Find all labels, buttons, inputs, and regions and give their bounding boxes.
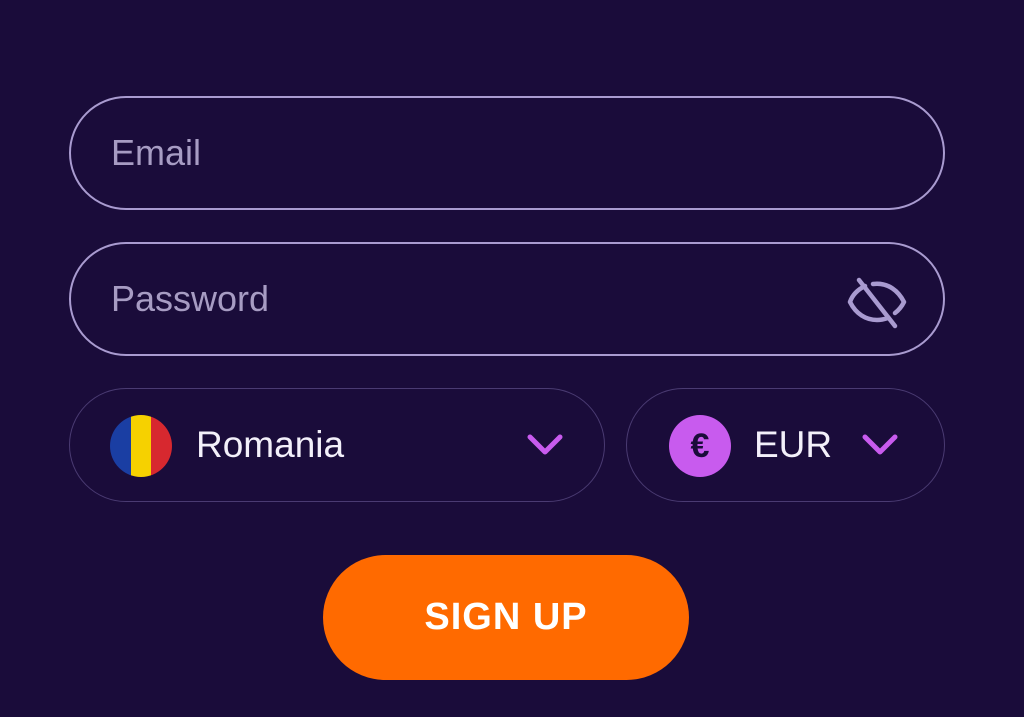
password-input[interactable] [111, 244, 811, 354]
currency-select[interactable]: € EUR [626, 388, 945, 502]
password-field[interactable] [69, 242, 945, 356]
email-field[interactable] [69, 96, 945, 210]
euro-icon: € [669, 415, 731, 477]
chevron-down-icon [526, 433, 564, 457]
email-input[interactable] [111, 98, 811, 208]
romania-flag-icon [110, 415, 172, 477]
currency-label: EUR [754, 424, 833, 465]
eye-slash-icon[interactable] [847, 274, 907, 330]
sign-up-button[interactable]: SIGN UP [323, 555, 689, 680]
country-label: Romania [196, 424, 345, 465]
chevron-down-icon [861, 433, 899, 457]
country-select[interactable]: Romania [69, 388, 605, 502]
